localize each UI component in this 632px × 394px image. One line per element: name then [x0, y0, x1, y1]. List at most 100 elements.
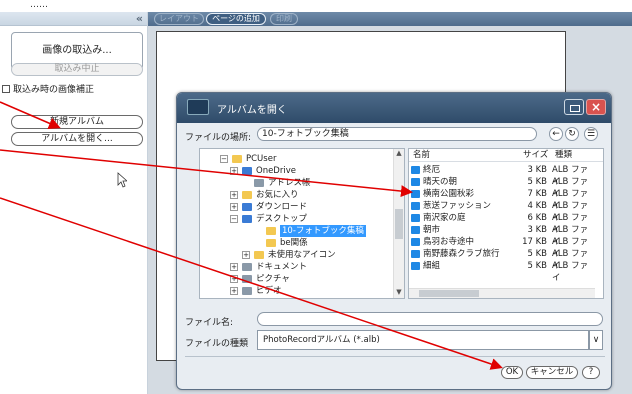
- tree-item-label: be関係: [280, 238, 308, 248]
- tree-item[interactable]: + ドキュメント: [230, 261, 307, 273]
- list-scroll-thumb[interactable]: [419, 290, 479, 297]
- tree-item[interactable]: + ビデオ: [230, 285, 282, 297]
- tree-item[interactable]: be関係: [254, 237, 308, 249]
- expand-icon[interactable]: +: [230, 287, 238, 295]
- folder-icon: [254, 179, 264, 187]
- file-list[interactable]: 名前 サイズ 種類 終厄 3 KB ALB ファイ 晴天の朝 5 KB ALB ファイ 横南…: [408, 148, 604, 299]
- tree-scrollbar[interactable]: ▲ ▼: [393, 149, 404, 298]
- file-row[interactable]: 終厄 3 KB ALB ファイ: [409, 164, 595, 187]
- file-size: 7 KB: [527, 189, 547, 199]
- album-app-icon: [187, 99, 209, 115]
- dialog-titlebar[interactable]: アルバムを開く ×: [177, 93, 611, 123]
- folder-icon: [242, 203, 252, 211]
- album-file-icon: [411, 250, 420, 258]
- layout-button[interactable]: レイアウト: [154, 13, 204, 25]
- correction-checkbox[interactable]: [2, 84, 10, 93]
- close-button[interactable]: ×: [586, 99, 606, 115]
- tree-item[interactable]: + OneDrive: [230, 165, 296, 177]
- location-label: ファイルの場所:: [185, 133, 252, 143]
- refresh-icon[interactable]: ↻: [565, 127, 579, 141]
- stop-import-button[interactable]: 取込み中止: [11, 63, 143, 76]
- scroll-up-icon[interactable]: ▲: [394, 149, 404, 159]
- file-type: ALB ファイ: [552, 261, 589, 283]
- album-file-icon: [411, 226, 420, 234]
- album-file-icon: [411, 214, 420, 222]
- expand-icon[interactable]: +: [230, 191, 238, 199]
- expand-icon[interactable]: +: [230, 275, 238, 283]
- file-row[interactable]: 葱送ファッション 4 KB ALB ファイ: [409, 200, 595, 223]
- left-panel: « 画像の取込み... 取込み中止 取込み時の画像補正 新規アルバム アルバムを…: [0, 12, 148, 394]
- tree-item-label: 未使用なアイコン: [268, 250, 336, 260]
- file-size: 5 KB: [527, 261, 547, 271]
- album-file-icon: [411, 178, 420, 186]
- file-name: 南野藤森クラブ旅行: [423, 249, 500, 259]
- tree-scroll-thumb[interactable]: [395, 209, 403, 239]
- tree-item[interactable]: + お気に入り: [230, 189, 299, 201]
- cancel-button[interactable]: キャンセル: [526, 366, 578, 379]
- tree-item[interactable]: + 未使用なアイコン: [242, 249, 336, 261]
- album-file-icon: [411, 238, 420, 246]
- help-button[interactable]: ?: [582, 366, 600, 379]
- tree-item-label: アドレス帳: [268, 178, 311, 188]
- new-album-button[interactable]: 新規アルバム: [11, 115, 143, 129]
- file-row[interactable]: 横南公園秋彩 7 KB ALB ファイ: [409, 188, 595, 211]
- folder-icon: [242, 287, 252, 295]
- location-dropdown[interactable]: 10-フォトブック集稿: [257, 127, 537, 141]
- chevron-down-icon[interactable]: ∨: [589, 330, 603, 350]
- tree-item-label: 10-フォトブック集稿: [280, 225, 366, 237]
- expand-icon[interactable]: +: [230, 167, 238, 175]
- column-size-header[interactable]: サイズ: [523, 149, 548, 161]
- dialog-title: アルバムを開く: [217, 105, 287, 116]
- tree-item[interactable]: − デスクトップ: [230, 213, 307, 225]
- tree-item-label: ピクチャ: [256, 274, 290, 284]
- folder-icon: [242, 191, 252, 199]
- file-row[interactable]: 朝市 3 KB ALB ファイ: [409, 224, 595, 247]
- minimize-button[interactable]: [564, 99, 584, 115]
- tree-item[interactable]: 10-フォトブック集稿: [254, 225, 366, 237]
- ok-button[interactable]: OK: [501, 366, 523, 379]
- correction-checkbox-row[interactable]: 取込み時の画像補正: [2, 82, 94, 95]
- collapse-icon[interactable]: «: [136, 12, 143, 25]
- file-row[interactable]: 南沢家の庭 6 KB ALB ファイ: [409, 212, 595, 235]
- file-row[interactable]: 細組 5 KB ALB ファイ: [409, 260, 595, 283]
- column-type-header[interactable]: 種類: [555, 149, 572, 161]
- open-album-dialog: アルバムを開く × ファイルの場所: 10-フォトブック集稿 ← ↻ ☰ ▲ ▼…: [176, 92, 612, 390]
- collapse-tree-icon[interactable]: −: [230, 215, 238, 223]
- filename-input[interactable]: [257, 312, 603, 326]
- file-name: 南沢家の庭: [423, 213, 466, 223]
- folder-icon: [242, 167, 252, 175]
- list-horizontal-scrollbar[interactable]: [409, 288, 595, 298]
- file-name: 終厄: [423, 165, 441, 175]
- add-page-button[interactable]: ページの追加: [206, 13, 266, 25]
- tree-item[interactable]: + ダウンロード: [230, 201, 307, 213]
- folder-icon: [254, 251, 264, 259]
- folder-tree[interactable]: ▲ ▼ − PCUser + OneDrive アドレス帳 + お気に入り + ダウンロード − デ…: [199, 148, 405, 299]
- file-row[interactable]: 晴天の朝 5 KB ALB ファイ: [409, 176, 595, 199]
- file-row[interactable]: 南野藤森クラブ旅行 5 KB ALB ファイ: [409, 248, 595, 271]
- scroll-down-icon[interactable]: ▼: [394, 288, 404, 298]
- tree-item-label: ダウンロード: [256, 202, 308, 212]
- print-button[interactable]: 印刷: [270, 13, 298, 25]
- filetype-select[interactable]: PhotoRecordアルバム (*.alb): [257, 330, 589, 350]
- view-menu-icon[interactable]: ☰: [584, 127, 598, 141]
- collapse-tree-icon[interactable]: −: [220, 155, 228, 163]
- tree-item-label: デスクトップ: [256, 214, 308, 224]
- file-row[interactable]: 鳥羽お寺途中 17 KB ALB ファイ: [409, 236, 595, 259]
- album-file-icon: [411, 166, 420, 174]
- folder-icon: [242, 215, 252, 223]
- tree-item[interactable]: アドレス帳: [242, 177, 311, 189]
- file-list-header: 名前 サイズ 種類: [409, 149, 603, 162]
- left-panel-header: «: [0, 12, 147, 26]
- tree-item[interactable]: − PCUser: [220, 153, 276, 165]
- tree-item[interactable]: + ピクチャ: [230, 273, 290, 285]
- correction-checkbox-label: 取込み時の画像補正: [13, 85, 95, 95]
- album-file-icon: [411, 202, 420, 210]
- expand-icon[interactable]: +: [242, 251, 250, 259]
- open-album-button[interactable]: アルバムを開く...: [11, 132, 143, 146]
- column-name-header[interactable]: 名前: [413, 149, 430, 161]
- back-icon[interactable]: ←: [549, 127, 563, 141]
- expand-icon[interactable]: +: [230, 203, 238, 211]
- expand-icon[interactable]: +: [230, 263, 238, 271]
- file-size: 5 KB: [527, 177, 547, 187]
- filetype-label: ファイルの種類: [185, 339, 249, 349]
